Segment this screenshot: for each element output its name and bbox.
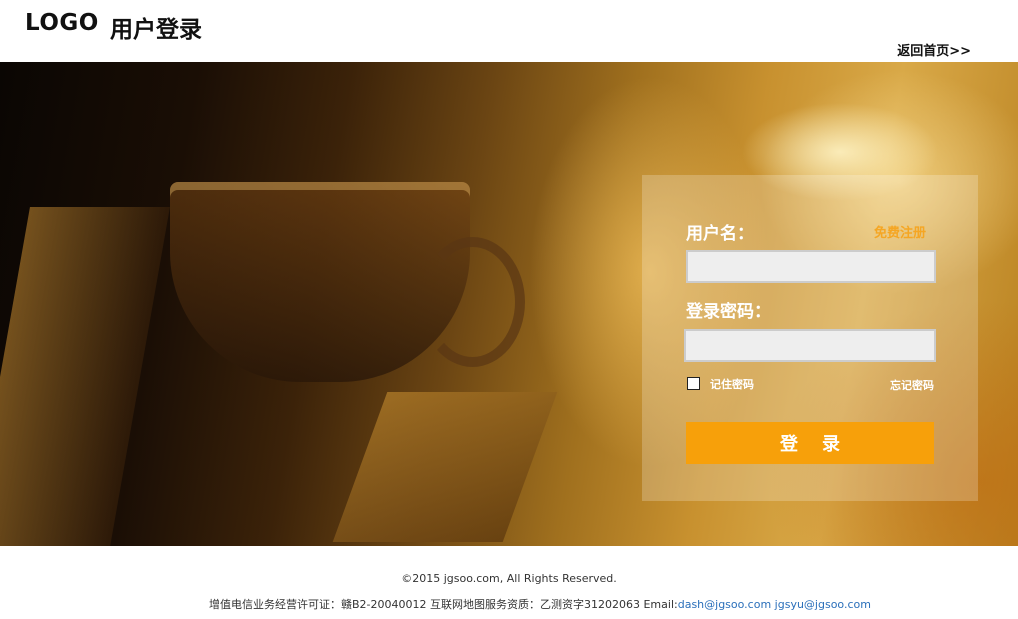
forgot-password-link[interactable]: 忘记密码 [890,377,934,393]
footer: ©2015 jgsoo.com, All Rights Reserved. 增值… [0,546,1018,619]
username-label: 用户名： [686,224,754,244]
logo: LOGO [25,10,99,36]
email-link-dash[interactable]: dash@jgsoo.com [678,598,771,611]
username-input[interactable] [686,250,936,283]
copyright-text: ©2015 jgsoo.com, All Rights Reserved. [401,572,617,585]
license-line: 增值电信业务经营许可证：赣B2-20040012 互联网地图服务资质：乙测资字3… [209,596,871,612]
password-input[interactable] [684,329,936,362]
background-cup-handle-shape [420,237,525,367]
header: LOGO 用户登录 返回首页>> [0,0,1018,62]
email-link-jgsyu[interactable]: jgsyu@jgsoo.com [775,598,871,611]
background-saucer-shape [332,392,558,542]
back-home-link[interactable]: 返回首页>> [897,40,971,59]
page-title: 用户登录 [110,17,202,43]
remember-password-checkbox[interactable] [687,377,700,390]
background-book-shape [0,207,170,546]
remember-password-label: 记住密码 [710,378,754,391]
login-panel: 用户名： 免费注册 登录密码： 记住密码 忘记密码 登录 [642,175,978,501]
register-link[interactable]: 免费注册 [874,222,926,241]
license-text: 增值电信业务经营许可证：赣B2-20040012 互联网地图服务资质：乙测资字3… [209,598,678,611]
password-label: 登录密码： [686,302,771,322]
login-button[interactable]: 登录 [686,422,934,464]
